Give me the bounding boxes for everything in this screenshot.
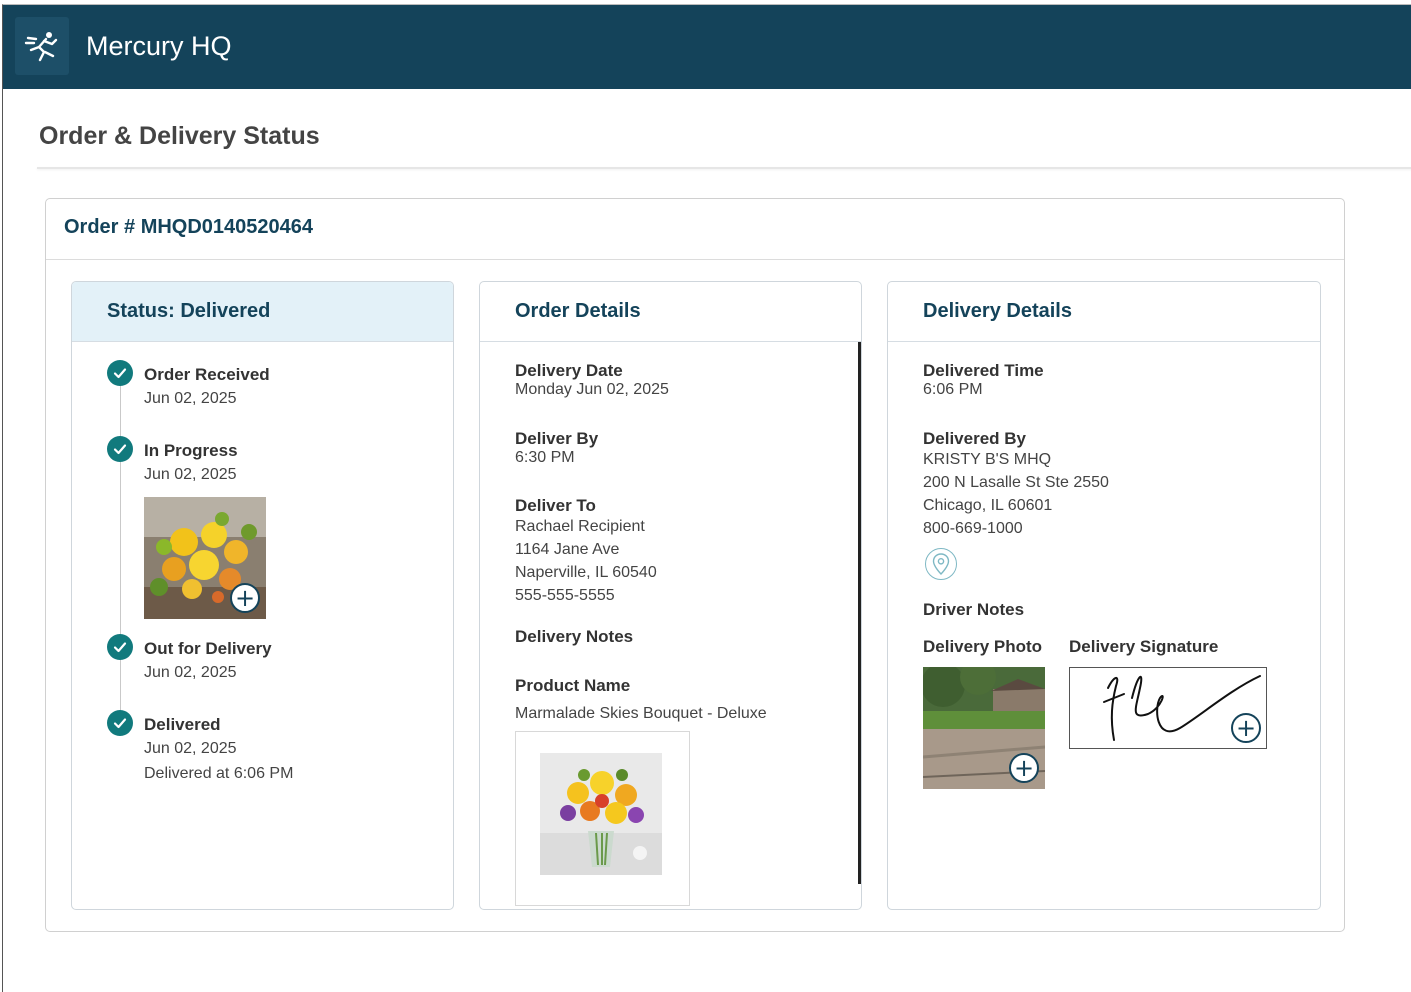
check-icon [107, 360, 133, 386]
order-divider [46, 259, 1344, 260]
delivery-details-header: Delivery Details [888, 282, 1320, 342]
product-image-frame[interactable] [515, 731, 690, 906]
check-icon [107, 634, 133, 660]
page-title: Order & Delivery Status [39, 122, 320, 150]
driver-notes-field: Driver Notes [923, 600, 1024, 619]
mercury-runner-icon[interactable] [15, 17, 69, 75]
enlarge-photo-button[interactable]: + [230, 583, 260, 613]
shop-address-line1: 200 N Lasalle St Ste 2550 [923, 474, 1109, 491]
delivered-time-value: 6:06 PM [923, 381, 983, 398]
delivery-details-panel: Delivery Details Delivered Time 6:06 PM … [887, 281, 1321, 910]
product-image [540, 753, 662, 875]
deliver-to-field: Deliver To Rachael Recipient 1164 Jane A… [515, 496, 657, 607]
order-details-panel: Order Details Delivery Date Monday Jun 0… [479, 281, 862, 910]
delivery-signature-label-wrap: Delivery Signature [1069, 637, 1218, 656]
status-panel-header: Status: Delivered [72, 282, 453, 342]
delivery-date-value: Monday Jun 02, 2025 [515, 381, 669, 398]
delivery-details-title: Delivery Details [923, 300, 1072, 322]
recipient-address-line1: 1164 Jane Ave [515, 541, 620, 558]
product-name-field: Product Name Marmalade Skies Bouquet - D… [515, 676, 767, 723]
step-name: Order Received [144, 365, 270, 384]
delivery-photo-label: Delivery Photo [923, 637, 1043, 656]
delivered-time-field: Delivered Time 6:06 PM [923, 361, 1044, 399]
product-name-label: Product Name [515, 676, 631, 695]
recipient-address-line2: Naperville, IL 60540 [515, 564, 657, 581]
check-icon [107, 436, 133, 462]
step-date: Jun 02, 2025 [144, 466, 237, 483]
delivery-date-label: Delivery Date [515, 361, 623, 380]
delivery-photo[interactable]: + [923, 667, 1045, 789]
delivery-notes-label: Delivery Notes [515, 627, 634, 646]
shop-address-line2: Chicago, IL 60601 [923, 497, 1053, 514]
recipient-name: Rachael Recipient [515, 518, 645, 535]
driver-notes-label: Driver Notes [923, 600, 1025, 619]
in-progress-photo[interactable]: + [144, 497, 266, 619]
order-card: Order # MHQD0140520464 Status: Delivered… [45, 198, 1345, 932]
delivery-date-field: Delivery Date Monday Jun 02, 2025 [515, 361, 669, 399]
step-delivered-time: Delivered at 6:06 PM [144, 765, 294, 782]
app-title: Mercury HQ [86, 31, 232, 61]
check-icon [107, 710, 133, 736]
step-date: Jun 02, 2025 [144, 740, 237, 757]
status-title: Status: Delivered [107, 300, 271, 322]
step-name: Delivered [144, 715, 221, 734]
title-divider [37, 167, 1411, 169]
deliver-to-label: Deliver To [515, 496, 596, 515]
order-details-header: Order Details [480, 282, 861, 342]
app-window: Mercury HQ Order & Delivery Status Order… [2, 4, 1411, 992]
enlarge-delivery-photo-button[interactable]: + [1009, 753, 1039, 783]
delivery-signature-label: Delivery Signature [1069, 637, 1219, 656]
step-date: Jun 02, 2025 [144, 390, 237, 407]
deliver-by-label: Deliver By [515, 429, 599, 448]
status-panel: Status: Delivered Order Received Jun 02,… [71, 281, 454, 910]
recipient-phone: 555-555-5555 [515, 587, 615, 604]
delivered-time-label: Delivered Time [923, 361, 1044, 380]
top-header-bar: Mercury HQ [3, 5, 1411, 89]
order-number: Order # MHQD0140520464 [64, 216, 314, 238]
delivered-by-field: Delivered By KRISTY B'S MHQ 200 N Lasall… [923, 429, 1109, 540]
delivery-photo-label-wrap: Delivery Photo [923, 637, 1042, 656]
scrollbar[interactable] [858, 342, 861, 884]
enlarge-signature-button[interactable]: + [1231, 713, 1261, 743]
deliver-by-field: Deliver By 6:30 PM [515, 429, 598, 467]
product-name-value: Marmalade Skies Bouquet - Deluxe [515, 705, 767, 722]
step-date: Jun 02, 2025 [144, 664, 237, 681]
deliver-by-value: 6:30 PM [515, 449, 575, 466]
delivery-signature-box[interactable]: + [1069, 667, 1267, 749]
step-name: In Progress [144, 441, 238, 460]
delivered-by-label: Delivered By [923, 429, 1026, 448]
delivery-notes-field: Delivery Notes [515, 627, 633, 646]
step-name: Out for Delivery [144, 639, 272, 658]
shop-phone: 800-669-1000 [923, 520, 1023, 537]
order-details-title: Order Details [515, 300, 641, 322]
timeline-line [120, 372, 121, 717]
map-pin-icon[interactable] [925, 548, 957, 580]
shop-name: KRISTY B'S MHQ [923, 451, 1052, 468]
